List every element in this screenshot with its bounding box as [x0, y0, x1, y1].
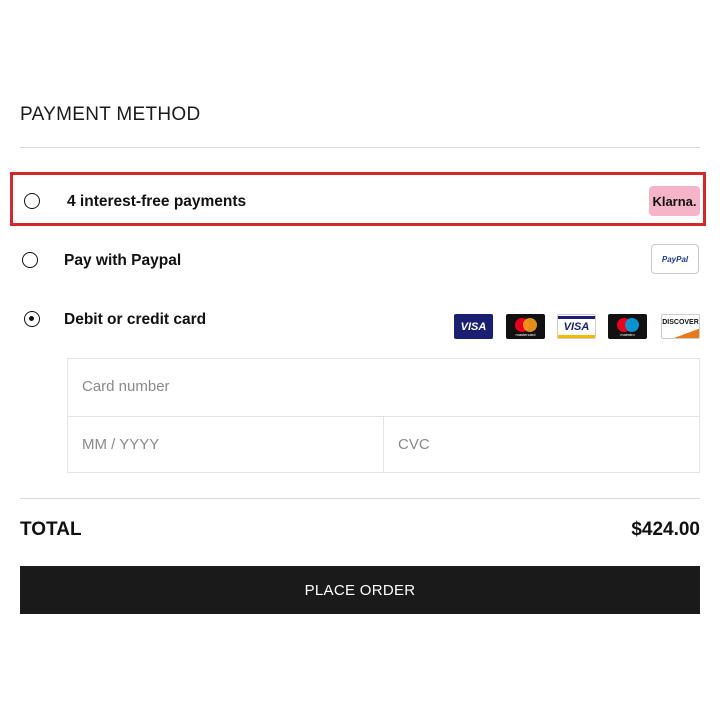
visa-text: VISA	[460, 320, 487, 333]
card-form-vdivider	[383, 416, 384, 473]
cvc-input[interactable]: CVC	[398, 436, 430, 453]
paypal-option-label[interactable]: Pay with Paypal	[64, 252, 181, 270]
klarna-option-label[interactable]: 4 interest-free payments	[67, 193, 246, 211]
visa-electron-text: VISA	[563, 320, 590, 333]
total-value: $424.00	[631, 519, 700, 540]
maestro-circles	[616, 317, 639, 332]
visa-electron-bottom-stripe	[558, 334, 595, 338]
maestro-icon: maestro	[608, 314, 647, 339]
paypal-logo: PayPal	[651, 244, 699, 274]
place-order-button[interactable]: PLACE ORDER	[20, 566, 700, 614]
klarna-logo: Klarna.	[649, 186, 700, 216]
discover-icon: DISCOVER	[661, 314, 700, 339]
divider-bottom	[20, 498, 700, 499]
expiry-input[interactable]: MM / YYYY	[82, 436, 159, 453]
card-option-label[interactable]: Debit or credit card	[64, 311, 206, 329]
paypal-logo-text: PayPal	[661, 254, 689, 264]
divider-top	[20, 147, 700, 148]
mastercard-text: mastercard	[515, 331, 536, 337]
card-radio[interactable]	[24, 311, 40, 327]
mastercard-circles	[514, 317, 537, 332]
total-label: TOTAL	[20, 519, 82, 540]
maestro-text: maestro	[620, 331, 635, 337]
payment-method-title: PAYMENT METHOD	[20, 104, 201, 125]
card-number-input[interactable]: Card number	[82, 378, 170, 395]
mastercard-icon: mastercard	[506, 314, 545, 339]
visa-electron-icon: VISA	[557, 314, 596, 339]
discover-stripe	[674, 328, 699, 338]
klarna-radio[interactable]	[24, 193, 40, 209]
visa-icon: VISA	[454, 314, 493, 339]
card-form: Card number MM / YYYY CVC	[67, 358, 700, 473]
paypal-radio[interactable]	[22, 252, 38, 268]
